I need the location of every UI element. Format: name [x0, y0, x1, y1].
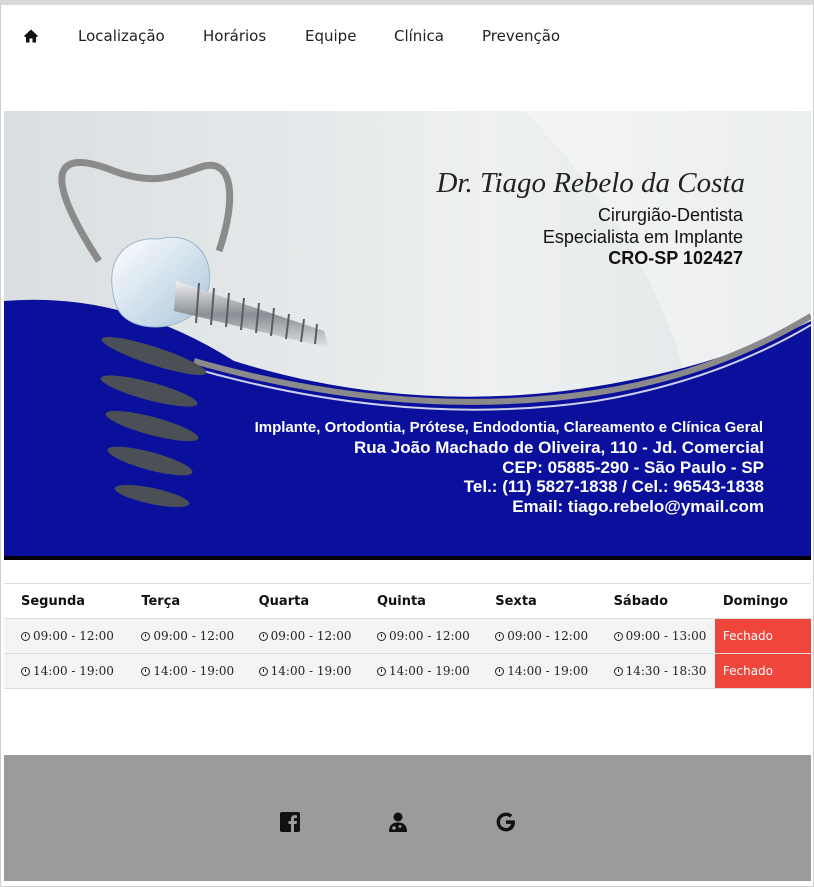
- hours-cell: 09:00 - 12:00: [241, 618, 360, 654]
- hours-table: Segunda Terça Quarta Quinta Sexta Sábado…: [4, 584, 811, 689]
- clock-icon: [21, 632, 30, 641]
- day-header: Quarta: [241, 584, 360, 619]
- nav-item-localizacao[interactable]: Localização: [78, 27, 165, 45]
- clock-icon: [21, 667, 30, 676]
- hours-cell: 14:00 - 19:00: [4, 653, 125, 689]
- day-header: Domingo: [714, 584, 811, 619]
- clock-icon: [141, 632, 151, 641]
- nav-item-prevencao[interactable]: Prevenção: [482, 27, 560, 45]
- hours-cell: 14:00 - 19:00: [478, 653, 597, 689]
- google-icon[interactable]: [495, 811, 517, 833]
- day-header: Quinta: [359, 584, 479, 619]
- doctor-title-1: Cirurgião-Dentista: [598, 205, 744, 225]
- day-header: Sexta: [478, 584, 597, 619]
- hero-banner: Dr. Tiago Rebelo da Costa Cirurgião-Dent…: [4, 111, 811, 560]
- hours-cell: 14:00 - 19:00: [359, 653, 479, 689]
- clock-icon: [258, 632, 268, 641]
- doctor-name: Dr. Tiago Rebelo da Costa: [435, 167, 745, 199]
- day-header: Sábado: [596, 584, 715, 619]
- clock-icon: [495, 632, 505, 641]
- clock-icon: [495, 667, 505, 676]
- phone-text: Tel.: (11) 5827-1838 / Cel.: 96543-1838: [464, 477, 764, 496]
- clock-icon: [613, 632, 623, 641]
- hours-table-section: Segunda Terça Quarta Quinta Sexta Sábado…: [4, 583, 811, 689]
- clock-icon: [613, 667, 623, 676]
- cep-text: CEP: 05885-290 - São Paulo - SP: [502, 458, 764, 477]
- clock-icon: [141, 667, 151, 676]
- home-icon[interactable]: [23, 28, 39, 44]
- address-text: Rua João Machado de Oliveira, 110 - Jd. …: [354, 438, 764, 457]
- table-header-row: Segunda Terça Quarta Quinta Sexta Sábado…: [4, 584, 811, 619]
- services-text: Implante, Ortodontia, Prótese, Endodonti…: [255, 419, 763, 436]
- hours-cell: 09:00 - 13:00: [596, 618, 715, 654]
- hours-cell: 14:30 - 18:30: [596, 653, 715, 689]
- top-nav: Localização Horários Equipe Clínica Prev…: [0, 5, 814, 67]
- day-header: Terça: [124, 584, 242, 619]
- hours-cell: 09:00 - 12:00: [124, 618, 242, 654]
- hours-cell: 14:00 - 19:00: [241, 653, 360, 689]
- clock-icon: [258, 667, 268, 676]
- banner-graphic: Dr. Tiago Rebelo da Costa Cirurgião-Dent…: [4, 111, 811, 560]
- hours-cell: 09:00 - 12:00: [478, 618, 597, 654]
- day-header: Segunda: [4, 584, 125, 619]
- nav-item-clinica[interactable]: Clínica: [394, 27, 444, 45]
- nav-item-horarios[interactable]: Horários: [203, 27, 266, 45]
- table-row: 09:00 - 12:00 09:00 - 12:00 09:00 - 12:0…: [4, 618, 811, 654]
- hours-cell: 09:00 - 12:00: [359, 618, 479, 654]
- doctor-cro: CRO-SP 102427: [608, 248, 743, 268]
- doctor-title-2: Especialista em Implante: [543, 227, 743, 247]
- hours-cell: 14:00 - 19:00: [124, 653, 242, 689]
- email-text: Email: tiago.rebelo@ymail.com: [512, 497, 764, 516]
- doctor-icon[interactable]: [387, 811, 409, 833]
- table-row: 14:00 - 19:00 14:00 - 19:00 14:00 - 19:0…: [4, 653, 811, 689]
- hours-cell: 09:00 - 12:00: [4, 618, 125, 654]
- facebook-icon[interactable]: [279, 811, 301, 833]
- footer: [4, 755, 811, 881]
- closed-badge: Fechado: [714, 653, 811, 689]
- nav-item-equipe[interactable]: Equipe: [305, 27, 356, 45]
- clock-icon: [376, 632, 386, 641]
- closed-badge: Fechado: [714, 618, 811, 654]
- clock-icon: [376, 667, 386, 676]
